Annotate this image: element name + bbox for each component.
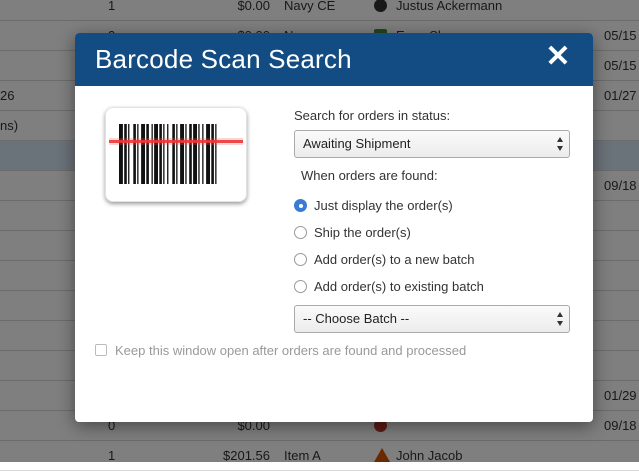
radio-display[interactable] [294, 199, 307, 212]
close-icon[interactable]: ✕ [543, 42, 573, 72]
barcode-graphic [109, 124, 243, 184]
status-select-value: Awaiting Shipment [303, 136, 411, 151]
status-label: Search for orders in status: [294, 108, 451, 123]
barcode-bar [180, 124, 184, 184]
barcode-bar [189, 124, 192, 184]
barcode-bar [146, 124, 149, 184]
batch-select-value: -- Choose Batch -- [303, 311, 410, 326]
barcode-bar [172, 124, 175, 184]
barcode-bar [206, 124, 210, 184]
select-caret-icon [557, 312, 564, 326]
option-new-batch-label: Add order(s) to a new batch [314, 252, 475, 267]
barcode-bar [176, 124, 178, 184]
option-ship-label: Ship the order(s) [314, 225, 411, 240]
dialog-title: Barcode Scan Search [95, 44, 352, 74]
keep-open-label: Keep this window open after orders are f… [115, 343, 467, 358]
barcode-bar [167, 124, 169, 184]
keep-open-checkbox[interactable] [95, 344, 107, 356]
barcode-bar [211, 124, 214, 184]
barcode-bar [137, 124, 139, 184]
barcode-bar [128, 124, 130, 184]
status-select[interactable]: Awaiting Shipment [294, 130, 570, 158]
barcode-bar [133, 124, 136, 184]
barcode-bar [193, 124, 197, 184]
batch-select[interactable]: -- Choose Batch -- [294, 305, 570, 333]
barcode-bar [141, 124, 145, 184]
radio-new-batch[interactable] [294, 253, 307, 266]
barcode-bar [154, 124, 158, 184]
radio-existing-batch[interactable] [294, 280, 307, 293]
dialog-header: Barcode Scan Search ✕ [75, 33, 593, 86]
radio-ship[interactable] [294, 226, 307, 239]
barcode-bar [198, 124, 200, 184]
found-label: When orders are found: [301, 168, 438, 183]
option-existing-batch-label: Add order(s) to existing batch [314, 279, 484, 294]
barcode-bar [151, 124, 153, 184]
barcode-scanner-icon [105, 107, 247, 202]
barcode-bar [163, 124, 165, 184]
barcode-scan-dialog: Barcode Scan Search ✕ Search for orders … [75, 33, 593, 422]
barcode-bar [119, 124, 123, 184]
select-caret-icon [557, 137, 564, 151]
barcode-bar [159, 124, 162, 184]
barcode-bar [215, 124, 217, 184]
barcode-bar [202, 124, 204, 184]
barcode-bar [185, 124, 187, 184]
barcode-bar [124, 124, 127, 184]
option-display-label: Just display the order(s) [314, 198, 453, 213]
